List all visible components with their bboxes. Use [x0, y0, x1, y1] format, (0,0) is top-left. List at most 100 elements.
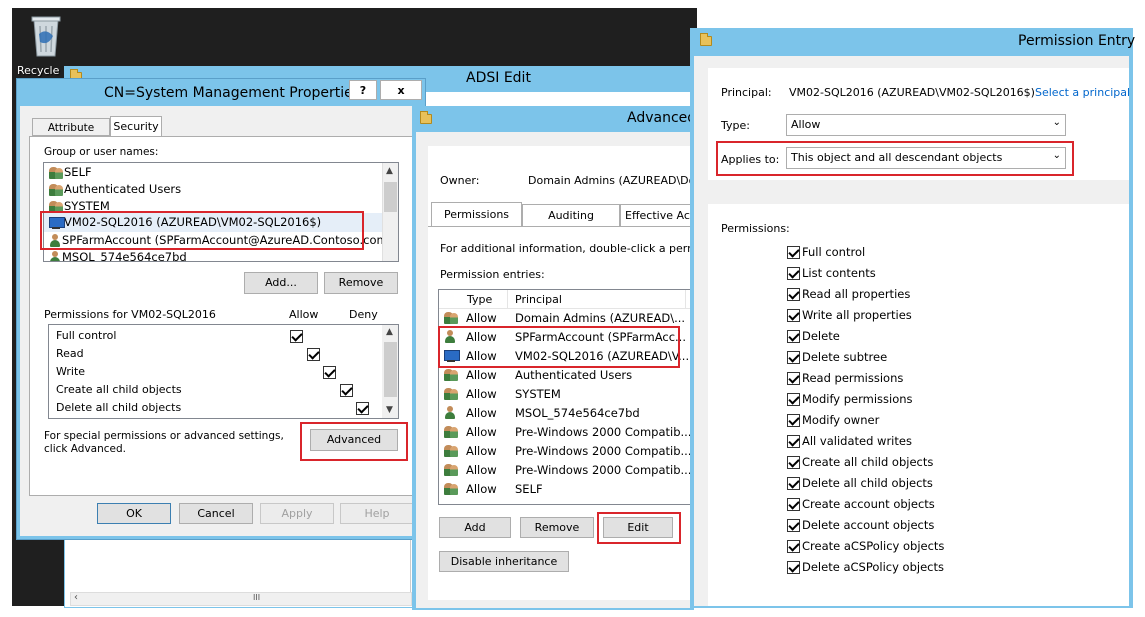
remove-user-button[interactable]: Remove [324, 272, 398, 294]
permission-checkbox-row[interactable]: All validated writes [787, 431, 912, 452]
permission-checkbox-row[interactable]: Delete account objects [787, 515, 934, 536]
permission-checkbox-label: Delete all child objects [802, 476, 933, 490]
permission-checkbox-label: Full control [802, 245, 866, 259]
permission-entry-row[interactable]: Allow Pre-Windows 2000 Compatib... [440, 442, 691, 461]
allow-checkbox[interactable] [290, 329, 303, 343]
permission-checkbox[interactable] [787, 288, 800, 301]
group-icon [48, 166, 64, 180]
permission-checkbox-row[interactable]: Read all properties [787, 284, 910, 305]
scroll-up-arrow-icon[interactable]: ▲ [386, 166, 393, 176]
permission-checkbox-row[interactable]: Delete [787, 326, 840, 347]
select-principal-link[interactable]: Select a principal [1035, 86, 1130, 99]
permission-checkbox[interactable] [787, 393, 800, 406]
permission-checkbox-label: Modify permissions [802, 392, 913, 406]
allow-checkbox[interactable] [339, 383, 353, 397]
principal-value: VM02-SQL2016 (AZUREAD\VM02-SQL2016$) [789, 86, 1035, 99]
column-header-type[interactable]: Type [467, 293, 492, 306]
tab-security[interactable]: Security [110, 116, 162, 137]
remove-entry-button[interactable]: Remove [520, 517, 594, 538]
highlight-applies-to [716, 141, 1074, 176]
permission-entry-row[interactable]: Allow Authenticated Users [440, 366, 690, 385]
permission-checkbox-row[interactable]: Full control [787, 242, 865, 263]
permission-checkbox[interactable] [787, 477, 800, 490]
permission-checkbox-row[interactable]: List contents [787, 263, 876, 284]
permission-checkbox[interactable] [787, 351, 800, 364]
permission-checkbox-label: List contents [802, 266, 876, 280]
adsi-edit-hscrollbar[interactable] [70, 592, 412, 606]
cancel-button[interactable]: Cancel [179, 503, 253, 524]
tab-effective-access[interactable]: Effective Acc [620, 204, 692, 227]
scroll-up-arrow-icon[interactable]: ▲ [386, 327, 393, 337]
highlight-edit-button [597, 512, 681, 544]
permission-checkbox-row[interactable]: Read permissions [787, 368, 903, 389]
ok-button[interactable]: OK [97, 503, 171, 524]
scroll-left-arrow-icon[interactable]: ‹ [74, 592, 78, 603]
close-title-button[interactable]: x [380, 80, 422, 100]
type-select[interactable]: Allow ⌄ [786, 114, 1066, 136]
user-list-scrollbar[interactable] [382, 163, 398, 261]
entry-type: Allow [466, 425, 497, 439]
permission-entries-label: Permission entries: [440, 268, 545, 281]
allow-checkbox[interactable] [306, 347, 320, 361]
permission-entry-row[interactable]: Allow MSOL_574e564ce7bd [440, 404, 690, 423]
permission-entry-row[interactable]: Allow SYSTEM [440, 385, 690, 404]
permission-entry-row[interactable]: Allow Pre-Windows 2000 Compatib... [440, 423, 691, 442]
permission-checkbox-row[interactable]: Create all child objects [787, 452, 933, 473]
permission-checkbox[interactable] [787, 309, 800, 322]
permission-checkbox-row[interactable]: Modify owner [787, 410, 879, 431]
scroll-thumb[interactable] [384, 342, 397, 397]
scroll-thumb[interactable] [384, 182, 397, 212]
group-icon [443, 444, 459, 458]
add-user-button[interactable]: Add... [244, 272, 318, 294]
permission-checkbox-row[interactable]: Write all properties [787, 305, 912, 326]
group-icon [443, 311, 459, 325]
permission-checkbox-row[interactable]: Create account objects [787, 494, 935, 515]
disable-inheritance-button[interactable]: Disable inheritance [439, 551, 569, 572]
group-icon [443, 387, 459, 401]
allow-checkbox[interactable] [323, 365, 336, 379]
permission-checkbox[interactable] [787, 372, 800, 385]
allow-checkbox[interactable] [356, 401, 369, 415]
permission-checkbox[interactable] [787, 267, 800, 280]
permission-checkbox-row[interactable]: Delete all child objects [787, 473, 933, 494]
tab-permissions[interactable]: Permissions [431, 202, 522, 227]
perm-row: Write [56, 365, 86, 378]
user-icon [48, 250, 62, 261]
permission-checkbox[interactable] [787, 561, 800, 574]
list-item[interactable]: MSOL_574e564ce7bd [48, 248, 187, 261]
permission-checkbox[interactable] [787, 519, 800, 532]
adsi-edit-title: ADSI Edit [466, 70, 531, 86]
permission-checkbox[interactable] [787, 498, 800, 511]
permission-entry-row[interactable]: Allow SELF [440, 480, 690, 499]
chevron-down-icon: ⌄ [1052, 117, 1061, 128]
entry-type: Allow [466, 387, 497, 401]
permission-checkbox-row[interactable]: Modify permissions [787, 389, 913, 410]
permission-entry-row[interactable]: Allow Pre-Windows 2000 Compatib... [440, 461, 691, 480]
type-select-value: Allow [791, 118, 821, 131]
permission-checkbox[interactable] [787, 330, 800, 343]
entry-type: Allow [466, 406, 497, 420]
help-title-button[interactable]: ? [349, 80, 377, 100]
column-header-principal[interactable]: Principal [515, 293, 562, 306]
permission-checkbox-row[interactable]: Delete subtree [787, 347, 887, 368]
add-entry-button[interactable]: Add [439, 517, 511, 538]
additional-info-text: For additional information, double-click… [440, 242, 692, 255]
permission-checkbox-label: Read permissions [802, 371, 904, 385]
permission-checkbox[interactable] [787, 540, 800, 553]
permission-checkbox-row[interactable]: Delete aCSPolicy objects [787, 557, 944, 578]
recycle-bin-icon[interactable] [28, 12, 64, 60]
permission-checkbox-row[interactable]: Create aCSPolicy objects [787, 536, 944, 557]
scroll-down-arrow-icon[interactable]: ▼ [386, 405, 393, 415]
entry-type: Allow [466, 368, 497, 382]
tab-auditing[interactable]: Auditing [522, 204, 620, 227]
recycle-bin-label: Recycle [17, 64, 60, 77]
permission-checkbox-label: Delete subtree [802, 350, 888, 364]
permission-checkbox[interactable] [787, 456, 800, 469]
help-button[interactable]: Help [340, 503, 414, 524]
permission-checkbox[interactable] [787, 435, 800, 448]
permission-checkbox[interactable] [787, 414, 800, 427]
permission-checkbox[interactable] [787, 246, 800, 259]
tab-attribute-editor[interactable]: Attribute Editor [32, 118, 110, 152]
apply-button[interactable]: Apply [260, 503, 334, 524]
entry-principal: SYSTEM [515, 387, 561, 401]
